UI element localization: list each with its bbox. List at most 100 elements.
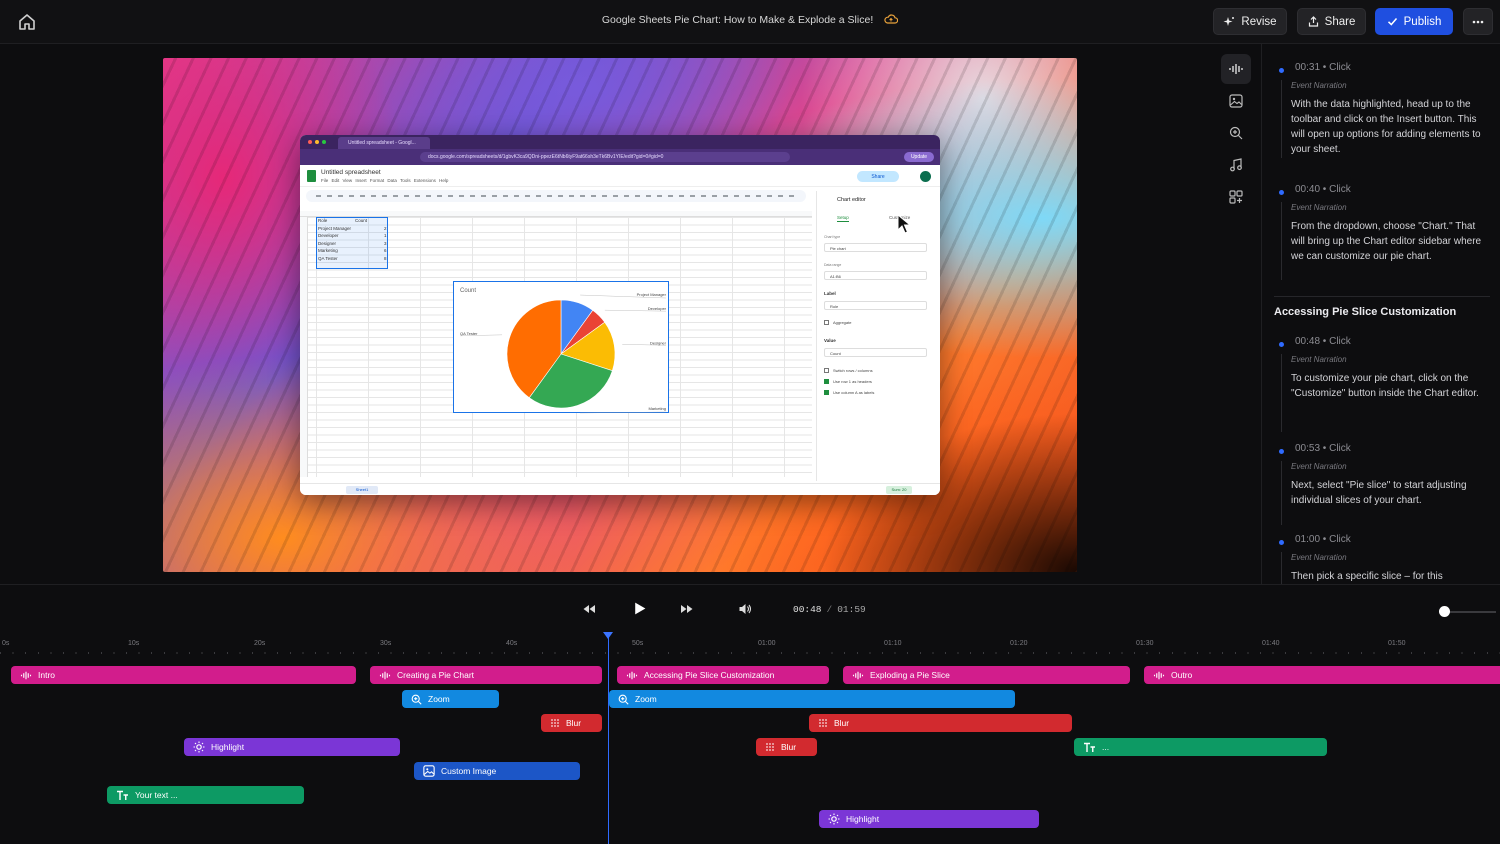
chart-type-select: Pie chart — [824, 243, 927, 252]
event-time: 01:00 — [1295, 534, 1321, 545]
current-time: 00:48 — [793, 604, 822, 615]
playhead-line[interactable] — [608, 634, 609, 844]
clip-highlight[interactable]: Highlight — [184, 738, 400, 756]
highlight-sun-icon — [828, 813, 840, 825]
zoom-tool-button[interactable] — [1221, 118, 1251, 148]
clip-custom-image[interactable]: Custom Image — [414, 762, 580, 780]
blur-icon — [551, 719, 559, 727]
sheets-share-button: Share — [857, 171, 899, 182]
timeline-zoom-handle[interactable] — [1439, 606, 1450, 617]
event-dot-icon — [1279, 342, 1284, 347]
event-dot-icon — [1279, 190, 1284, 195]
aggregate-checkbox: Aggregate — [824, 320, 851, 325]
clip-label: Blur — [834, 718, 850, 728]
sheets-footer: Sheet1 Sum: 20 — [300, 483, 940, 495]
zoom-in-icon — [411, 694, 422, 705]
clip-scene-outro[interactable]: Outro — [1144, 666, 1500, 684]
event-time: 00:31 — [1295, 62, 1321, 73]
narration-tool-button[interactable] — [1221, 54, 1251, 84]
event-text[interactable]: With the data highlighted, head up to th… — [1291, 97, 1486, 157]
switch-rows-label: Switch rows / columns — [833, 368, 873, 373]
clip-highlight[interactable]: Highlight — [819, 810, 1039, 828]
sum-badge: Sum: 20 — [886, 486, 912, 494]
blur-icon — [819, 719, 827, 727]
check-icon — [1387, 18, 1397, 26]
update-button: Update — [904, 152, 934, 162]
event-time: 00:53 — [1295, 443, 1321, 454]
clip-text[interactable]: Your text ... — [107, 786, 304, 804]
share-button[interactable]: Share — [1297, 8, 1366, 35]
aggregate-label: Aggregate — [833, 320, 852, 325]
clip-scene-creating[interactable]: Creating a Pie Chart — [370, 666, 602, 684]
clip-blur[interactable]: Blur — [809, 714, 1072, 732]
event-dot-icon — [1279, 68, 1284, 73]
elements-icon — [1229, 190, 1243, 204]
clip-zoom[interactable]: Zoom — [609, 690, 1015, 708]
clip-scene-accessing[interactable]: Accessing Pie Slice Customization — [617, 666, 829, 684]
more-options-button[interactable] — [1463, 8, 1493, 35]
revise-label: Revise — [1241, 15, 1277, 28]
cell-role: Marketing — [318, 248, 338, 253]
event-text[interactable]: From the dropdown, choose "Chart." That … — [1291, 219, 1486, 264]
clip-scene-intro[interactable]: Intro — [11, 666, 356, 684]
pie-slice-label: Marketing — [648, 406, 666, 411]
event-text[interactable]: To customize your pie chart, click on th… — [1291, 371, 1486, 401]
timeline-zoom-slider[interactable] — [1442, 611, 1496, 613]
clip-label: Zoom — [428, 694, 450, 704]
volume-icon[interactable] — [738, 602, 752, 616]
cell-count: Count — [355, 218, 368, 223]
rewind-icon[interactable] — [582, 602, 596, 616]
playhead-handle[interactable] — [603, 632, 613, 639]
label-section: Label — [824, 291, 836, 296]
clip-blur[interactable]: Blur — [541, 714, 602, 732]
revise-button[interactable]: Revise — [1213, 8, 1287, 35]
time-separator: / — [826, 604, 833, 615]
total-duration: 01:59 — [837, 604, 866, 615]
play-icon[interactable] — [632, 601, 647, 616]
column-labels-label: Use column A as labels — [833, 390, 875, 395]
video-preview[interactable]: Untitled spreadsheet - Googl... docs.goo… — [163, 58, 1077, 572]
clip-blur[interactable]: Blur — [756, 738, 817, 756]
ruler-tick-label: 01:50 — [1388, 640, 1406, 647]
timeline-ruler[interactable]: 0s 10s 20s 30s 40s 50s 01:00 01:10 01:20 01:30 01:… — [0, 636, 1500, 656]
section-title: Accessing Pie Slice Customization — [1274, 306, 1457, 318]
event-text[interactable]: Next, select "Pie slice" to start adjust… — [1291, 478, 1486, 508]
clip-label: Highlight — [846, 814, 880, 824]
event-kind: Event Narration — [1291, 81, 1347, 90]
pie-svg: Project Manager Developer Designer Marketin… — [459, 292, 667, 414]
clip-label: Your text ... — [135, 790, 178, 800]
publish-button[interactable]: Publish — [1375, 8, 1453, 35]
clip-zoom[interactable]: Zoom — [402, 690, 499, 708]
clip-label: ... — [1102, 742, 1110, 752]
image-tool-button[interactable] — [1221, 86, 1251, 116]
event-action: Click — [1329, 62, 1351, 73]
zoom-in-icon — [618, 694, 629, 705]
clip-label: Blur — [781, 742, 797, 752]
clip-text[interactable]: ... — [1074, 738, 1327, 756]
top-bar: Google Sheets Pie Chart: How to Make & E… — [0, 0, 1500, 44]
clip-scene-exploding[interactable]: Exploding a Pie Slice — [843, 666, 1130, 684]
cell-count: 8 — [384, 255, 387, 261]
music-tool-button[interactable] — [1221, 150, 1251, 180]
more-icon — [1472, 20, 1484, 23]
event-connector — [1281, 461, 1282, 525]
ruler-tick-label: 01:40 — [1262, 640, 1280, 647]
event-text[interactable]: Then pick a specific slice – for this — [1291, 569, 1486, 584]
window-controls — [308, 140, 326, 144]
elements-tool-button[interactable] — [1221, 182, 1251, 212]
share-label: Share — [1324, 15, 1356, 28]
browser-tab-strip: Untitled spreadsheet - Googl... — [300, 135, 940, 149]
project-title-text: Google Sheets Pie Chart: How to Make & E… — [601, 14, 874, 26]
pie-leader-line — [580, 411, 667, 414]
ruler-tick-label: 01:00 — [758, 640, 776, 647]
ruler-ticks — [0, 652, 1500, 654]
clip-label: Accessing Pie Slice Customization — [644, 670, 775, 680]
ruler-tick-label: 0s — [2, 640, 10, 647]
waveform-icon — [1229, 64, 1243, 74]
event-action: Click — [1329, 184, 1351, 195]
fast-forward-icon[interactable] — [680, 602, 694, 616]
music-note-icon — [1230, 158, 1242, 172]
event-time: 00:40 — [1295, 184, 1321, 195]
cell-count: 3 — [384, 240, 387, 246]
label-field: Role — [824, 301, 927, 310]
